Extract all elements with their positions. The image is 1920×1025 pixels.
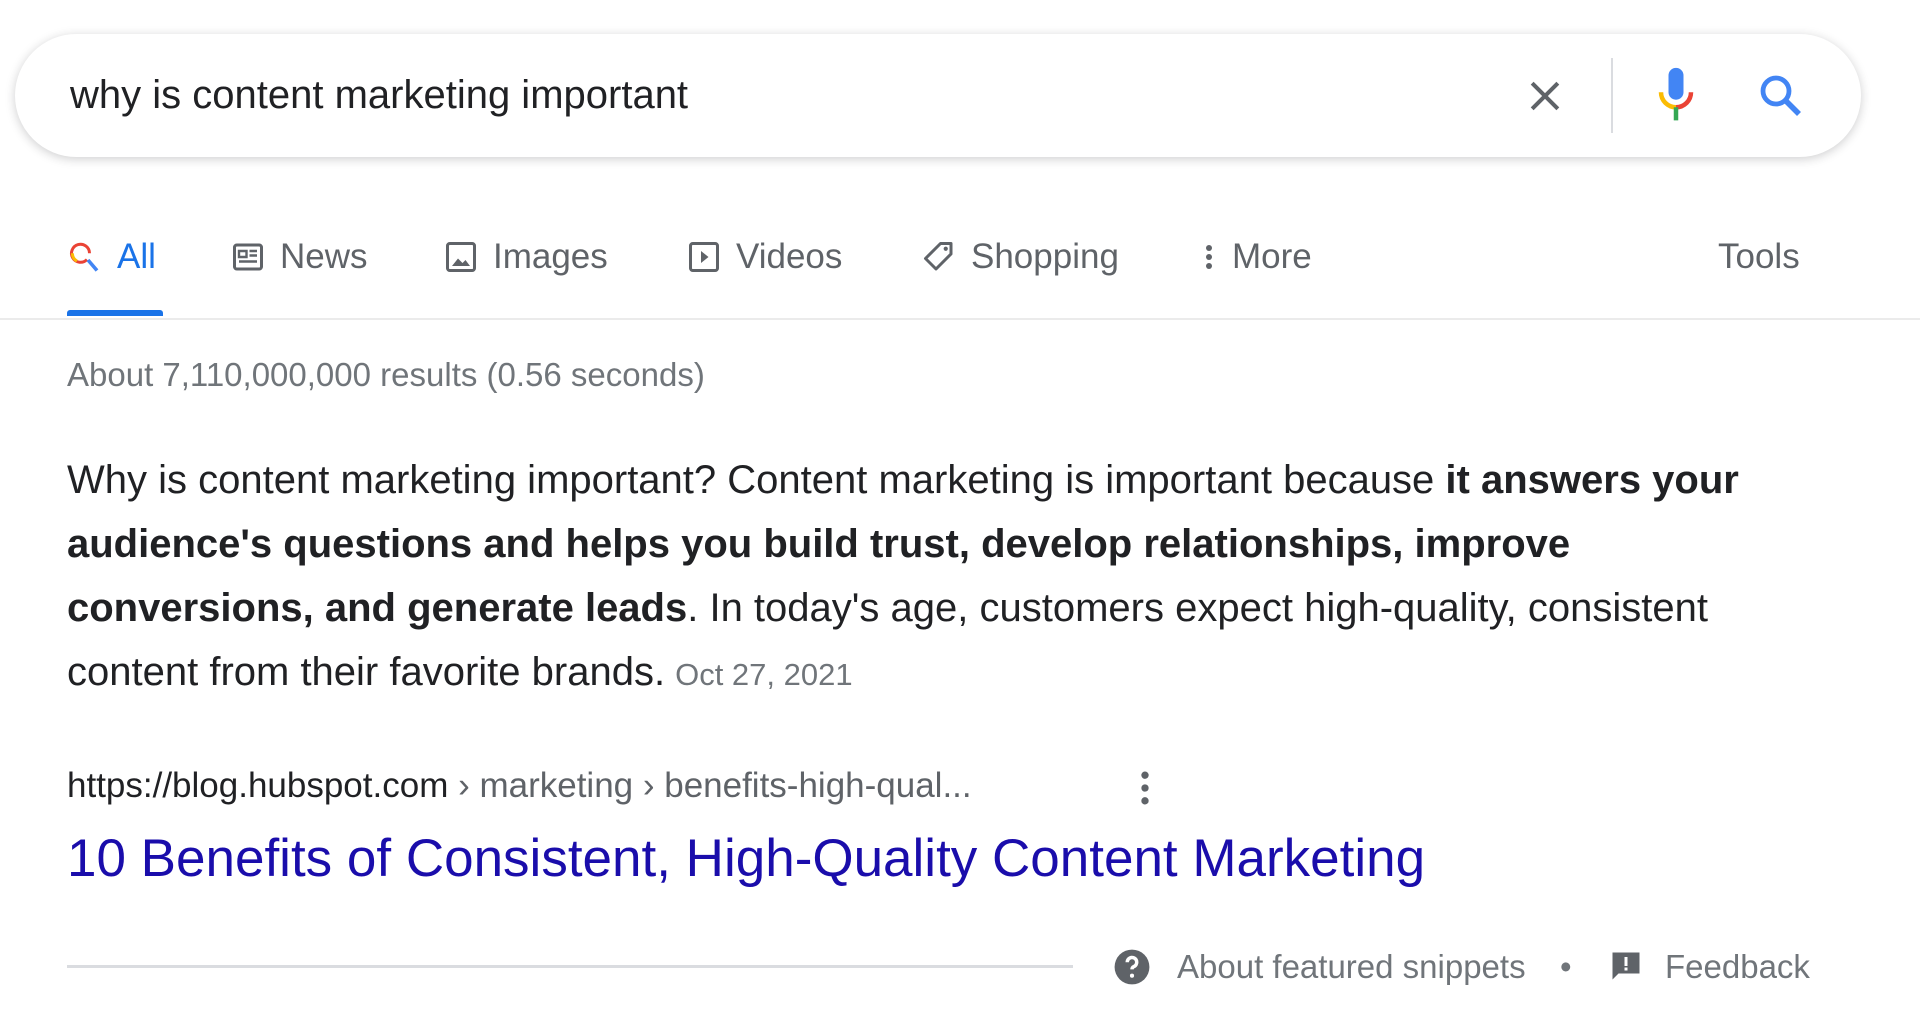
kebab-icon (1206, 245, 1212, 269)
feedback-link[interactable]: Feedback (1665, 945, 1810, 989)
search-input[interactable]: why is content marketing important (70, 34, 688, 157)
tag-icon (924, 242, 953, 271)
news-icon (233, 243, 263, 271)
active-tab-indicator (67, 310, 163, 316)
image-icon (446, 242, 476, 272)
tab-label: More (1232, 237, 1312, 276)
tab-label: All (117, 237, 156, 276)
help-icon[interactable] (1113, 948, 1151, 986)
search-box[interactable]: why is content marketing important (15, 34, 1861, 157)
result-title-link[interactable]: 10 Benefits of Consistent, High-Quality … (67, 828, 1425, 889)
about-featured-snippets-link[interactable]: About featured snippets (1177, 945, 1526, 989)
tab-more[interactable]: More (1200, 232, 1312, 282)
tab-images[interactable]: Images (443, 232, 608, 282)
snippet-date: Oct 27, 2021 (675, 657, 853, 692)
divider (1611, 58, 1613, 133)
clear-icon[interactable] (1523, 74, 1567, 118)
tab-label: News (280, 237, 368, 276)
tab-all[interactable]: All (67, 232, 156, 282)
tab-videos[interactable]: Videos (686, 232, 842, 282)
search-icon[interactable] (1757, 72, 1805, 120)
snippet-text: Why is content marketing important? Cont… (67, 458, 1446, 502)
tab-label: Images (493, 237, 608, 276)
result-stats: About 7,110,000,000 results (0.56 second… (67, 356, 705, 393)
tab-shopping[interactable]: Shopping (921, 232, 1119, 282)
tools-button[interactable]: Tools (1718, 232, 1800, 282)
tab-label: Videos (736, 237, 843, 276)
divider (67, 965, 1073, 968)
microphone-icon[interactable] (1653, 66, 1699, 126)
separator: • (1560, 948, 1572, 985)
result-url[interactable]: https://blog.hubspot.com › marketing › b… (67, 766, 972, 806)
url-breadcrumb: › marketing › benefits-high-qual... (448, 766, 972, 805)
tab-label: Shopping (971, 237, 1119, 276)
video-icon (689, 242, 719, 272)
url-host: https://blog.hubspot.com (67, 766, 449, 805)
featured-snippet-text: Why is content marketing important? Cont… (67, 448, 1827, 707)
tab-news[interactable]: News (230, 232, 368, 282)
feedback-icon[interactable] (1608, 948, 1644, 984)
search-icon (70, 242, 99, 272)
more-options-icon[interactable] (1133, 766, 1157, 810)
tools-label: Tools (1718, 237, 1800, 276)
divider (0, 318, 1920, 320)
